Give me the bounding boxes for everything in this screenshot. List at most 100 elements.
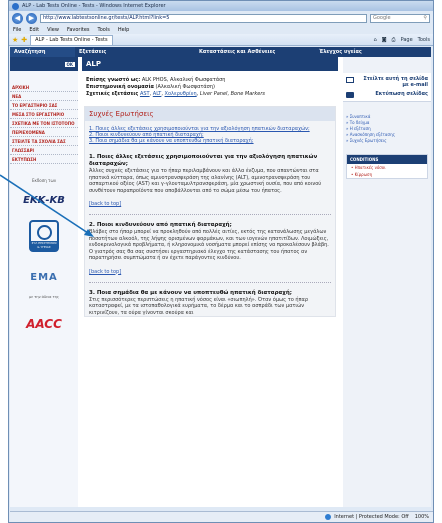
ema-logo[interactable]: EMA (10, 272, 78, 283)
tools-menu[interactable]: Tools (418, 37, 430, 43)
supported-by-label: Εκδοση των (31, 178, 57, 183)
faq-answer: Άλλες συχνές εξετάσεις για το ήπαρ περιλ… (89, 168, 322, 194)
faq-section: Συχνές Ερωτήσεις 1. Ποιες άλλες εξετάσει… (84, 106, 336, 317)
aacc-logo[interactable]: AACC (10, 317, 78, 331)
conditions-box: CONDITIONS • Ηπατικές νόσοι • Κίρρωση (346, 154, 428, 179)
left-nav-print[interactable]: ΕΚΤΥΠΩΣΗ (10, 155, 78, 164)
page-actions: Στείλτε αυτή τη σελίδα με e-mail Εκτύπωσ… (343, 73, 431, 102)
condition-link[interactable]: • Ηπατικές νόσοι (347, 164, 427, 171)
nav-conditions[interactable]: Καταστάσεις και Ασθένειες (195, 47, 315, 57)
related-tests-label: Σχετικές εξετάσεις (86, 91, 139, 97)
menu-help[interactable]: Help (118, 27, 129, 33)
seal-caption: ΣΥΛ ΕΠΙΣΤΗΜΟΝ & ΥΓΕΙΑΣ (31, 241, 57, 250)
left-nav-about[interactable]: ΣΧΕΤΙΚΑ ΜΕ ΤΟΝ ΙΣΤΟΤΟΠΟ (10, 119, 78, 128)
command-bar: ⌂ ◙ ⎙ Page Tools (374, 37, 431, 43)
browser-window: ALP - Lab Tests Online - Tests - Windows… (8, 0, 434, 523)
web-page: Αναζήτηση Εξετάσεις Καταστάσεις και Ασθέ… (10, 47, 431, 507)
left-nav-inside-lab[interactable]: ΜΕΣΑ ΣΤΟ ΕΡΓΑΣΤΗΡΙΟ (10, 110, 78, 119)
left-nav-glossary[interactable]: ΓΛΩΣΣΑΡΙ (10, 146, 78, 155)
security-zone[interactable]: Internet | Protected Mode: Off (325, 514, 409, 520)
address-bar-row: ◀ ▶ http://www.labtestsonline.gr/tests/A… (9, 11, 433, 25)
faq-answer: Στις περισσότερες περιπτώσεις η ηπατική … (89, 296, 309, 316)
left-nav-your-lab[interactable]: ΤΟ ΕΡΓΑΣΤΗΡΙΟ ΣΑΣ (10, 101, 78, 110)
left-nav-contents[interactable]: ΠΕΡΙΕΧΟΜΕΝΑ (10, 128, 78, 137)
condition-link[interactable]: • Κίρρωση (347, 171, 427, 178)
official-name-label: Επιστημονική ονομασία (86, 84, 154, 90)
ema-caption: με την άδεια της (29, 295, 59, 299)
favorites-star-icon[interactable]: ★ (12, 36, 18, 44)
top-navigation: Αναζήτηση Εξετάσεις Καταστάσεις και Ασθέ… (10, 47, 431, 57)
search-ok-button[interactable]: OK (64, 61, 75, 67)
society-seal-logo[interactable]: ΣΥΛ ΕΠΙΣΤΗΜΟΝ & ΥΓΕΙΑΣ (29, 220, 59, 252)
print-page-link[interactable]: Εκτύπωση σελίδας (357, 91, 428, 97)
search-ok-row: OK (10, 57, 78, 71)
test-meta: Επίσης γνωστό ως: ALK PHOS, Αλκαλική Φωσ… (86, 77, 265, 97)
title-bar: ALP - Lab Tests Online - Tests - Windows… (9, 1, 433, 11)
email-page-link[interactable]: Στείλτε αυτή τη σελίδα με e-mail (357, 76, 428, 88)
status-bar: Internet | Protected Mode: Off 100% (10, 511, 433, 522)
page-menu[interactable]: Page (401, 37, 413, 43)
print-page-action[interactable]: Εκτύπωση σελίδας (346, 91, 428, 98)
faq-question: 2. Ποιοι κινδυνεύουν από ηπατική διαταρα… (89, 222, 232, 228)
address-input[interactable]: http://www.labtestsonline.gr/tests/ALP.h… (40, 13, 367, 23)
forward-icon[interactable]: ▶ (26, 12, 37, 24)
add-favorites-icon[interactable]: ✚ (21, 36, 27, 44)
ekk-logo[interactable]: ΕΚΚ-ΚΒ (10, 195, 78, 206)
faq-link-list: 1. Ποιες άλλες εξετάσεις χρησιμοποιούντα… (85, 121, 335, 147)
print-icon[interactable]: ⎙ (392, 37, 396, 43)
section-link[interactable]: » Συχνές Ερωτήσεις (346, 138, 428, 144)
faq-answer: Βλάβες στο ήπαρ μπορεί να προκληθούν από… (89, 229, 329, 261)
search-input[interactable]: Google ⚲ (370, 13, 430, 23)
nav-search[interactable]: Αναζήτηση (10, 47, 75, 57)
back-to-top-link[interactable]: [back to top] (89, 269, 331, 275)
faq-item: 1. Ποιες άλλες εξετάσεις χρησιμοποιούντα… (85, 147, 335, 207)
aka-label: Επίσης γνωστό ως: (86, 77, 141, 83)
related-test-link[interactable]: Χολερυθρίνη (165, 91, 197, 97)
home-icon[interactable]: ⌂ (374, 37, 377, 43)
envelope-icon (346, 77, 354, 83)
faq-item: 2. Ποιοι κινδυνεύουν από ηπατική διαταρα… (85, 215, 335, 275)
menu-bar: File Edit View Favorites Tools Help (9, 25, 433, 34)
feeds-icon[interactable]: ◙ (382, 37, 387, 43)
tab-bar: ★ ✚ ALP - Lab Tests Online - Tests ⌂ ◙ ⎙… (9, 34, 433, 46)
menu-favorites[interactable]: Favorites (67, 27, 90, 33)
menu-tools[interactable]: Tools (98, 27, 110, 33)
back-to-top-link[interactable]: [back to top] (89, 201, 331, 207)
left-navigation: ΑΡΧΙΚΗ ΝΕΑ ΤΟ ΕΡΓΑΣΤΗΡΙΟ ΣΑΣ ΜΕΣΑ ΣΤΟ ΕΡ… (10, 83, 78, 164)
section-links: » Συνοπτικά » Το δείγμα » Η εξέταση » Αν… (343, 114, 431, 144)
menu-file[interactable]: File (13, 27, 21, 33)
page-title: ALP (82, 57, 338, 71)
nav-tests[interactable]: Εξετάσεις (75, 47, 195, 57)
main-content: ALP Επίσης γνωστό ως: ALK PHOS, Αλκαλική… (82, 57, 338, 507)
faq-title: Συχνές Ερωτήσεις (85, 107, 335, 121)
search-placeholder: Google (373, 15, 391, 21)
official-name-value: (Αλκαλική Φωσφατάση) (155, 84, 215, 90)
zone-label: Internet | Protected Mode: Off (334, 514, 409, 520)
conditions-title: CONDITIONS (347, 155, 427, 164)
faq-link[interactable]: 3. Ποια σημάδια θα με κάνουν να υποπτευθ… (89, 138, 331, 144)
nav-screening[interactable]: Έλεγχος υγείας (315, 47, 431, 57)
printer-icon (346, 92, 354, 98)
faq-question: 1. Ποιες άλλες εξετάσεις χρησιμοποιούντα… (89, 154, 318, 167)
globe-icon (325, 514, 332, 520)
search-icon[interactable]: ⚲ (423, 15, 427, 21)
back-icon[interactable]: ◀ (12, 12, 23, 24)
email-page-action[interactable]: Στείλτε αυτή τη σελίδα με e-mail (346, 76, 428, 88)
tab-alp[interactable]: ALP - Lab Tests Online - Tests (30, 34, 113, 45)
left-sidebar: OK ΑΡΧΙΚΗ ΝΕΑ ΤΟ ΕΡΓΑΣΤΗΡΙΟ ΣΑΣ ΜΕΣΑ ΣΤΟ… (10, 57, 78, 507)
faq-item: 3. Ποια σημάδια θα με κάνουν να υποπτευθ… (85, 283, 335, 317)
window-title: ALP - Lab Tests Online - Tests - Windows… (22, 3, 166, 9)
seal-emblem-icon (37, 225, 52, 240)
zoom-level[interactable]: 100% (415, 514, 429, 520)
left-nav-news[interactable]: ΝΕΑ (10, 92, 78, 101)
left-nav-feedback[interactable]: ΣΤΕΙΛΤΕ ΤΑ ΣΧΟΛΙΑ ΣΑΣ (10, 137, 78, 146)
related-test-link[interactable]: AST (140, 91, 150, 97)
left-nav-home[interactable]: ΑΡΧΙΚΗ (10, 83, 78, 92)
related-test-link[interactable]: ALT (153, 91, 162, 97)
related-test-item[interactable]: Bone Markers (231, 91, 265, 97)
faq-question: 3. Ποια σημάδια θα με κάνουν να υποπτευθ… (89, 289, 292, 296)
menu-view[interactable]: View (47, 27, 59, 33)
aka-value: ALK PHOS, Αλκαλική Φωσφατάση (141, 77, 226, 83)
menu-edit[interactable]: Edit (29, 27, 39, 33)
related-test-item[interactable]: Liver Panel (200, 91, 228, 97)
